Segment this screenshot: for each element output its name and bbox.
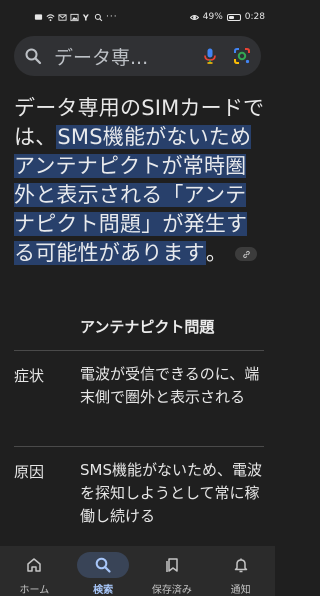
nav-search[interactable]: 検索 bbox=[71, 552, 135, 596]
wifi-icon bbox=[46, 13, 55, 22]
table-row-value: 電波が受信できるのに、端末側で圏外と表示される bbox=[80, 365, 260, 406]
nav-notifications[interactable]: 通知 bbox=[209, 552, 273, 596]
microphone-icon[interactable] bbox=[201, 47, 219, 65]
table-row-label: 症状 bbox=[14, 367, 45, 385]
clock: 0:28 bbox=[244, 12, 265, 22]
snippet-text-after: 。 bbox=[205, 241, 228, 265]
svg-text:Y: Y bbox=[82, 13, 89, 22]
snippet-text: データ専用のSIMカードでは、SMS機能がないためアンテナピクトが常時圏外と表示… bbox=[14, 94, 266, 268]
search-bar[interactable]: データ専... bbox=[14, 36, 261, 76]
nav-search-label: 検索 bbox=[93, 585, 114, 596]
featured-snippet: データ専用のSIMカードでは、SMS機能がないためアンテナピクトが常時圏外と表示… bbox=[14, 94, 266, 268]
status-bar-right: 49% 0:28 bbox=[189, 12, 265, 22]
yahoo-icon: Y bbox=[82, 13, 91, 22]
table-divider bbox=[14, 350, 264, 351]
screen: Y ··· 49% 0:28 データ専... データ専用のSIMカードでは、SM… bbox=[0, 0, 275, 596]
status-bar-left: Y ··· bbox=[34, 12, 118, 22]
google-lens-icon[interactable] bbox=[233, 47, 251, 65]
nav-saved-label: 保存済み bbox=[151, 585, 192, 596]
search-icon[interactable] bbox=[77, 552, 130, 578]
search-status-icon bbox=[94, 13, 103, 22]
bell-icon[interactable] bbox=[215, 552, 267, 578]
link-icon[interactable] bbox=[235, 247, 258, 261]
search-icon[interactable] bbox=[24, 47, 42, 65]
table-divider bbox=[14, 446, 264, 447]
message-icon bbox=[34, 13, 43, 22]
nav-notifications-label: 通知 bbox=[230, 585, 251, 596]
home-icon[interactable] bbox=[8, 552, 60, 578]
eye-icon bbox=[189, 13, 199, 22]
battery-percent: 49% bbox=[202, 12, 223, 22]
nav-saved[interactable]: 保存済み bbox=[140, 552, 204, 596]
bottom-nav: ホーム 検索 保存済み 通知 bbox=[0, 546, 275, 596]
nav-home[interactable]: ホーム bbox=[2, 552, 66, 596]
saved-icon[interactable] bbox=[146, 552, 198, 578]
table-header: アンテナピクト問題 bbox=[80, 318, 215, 336]
status-bar: Y ··· 49% 0:28 bbox=[0, 0, 275, 34]
mail-icon bbox=[58, 13, 67, 22]
table-row-value: SMS機能がないため、電波を探知しようとして常に稼働し続ける bbox=[80, 461, 262, 525]
search-input[interactable]: データ専... bbox=[54, 43, 201, 70]
more-dots: ··· bbox=[106, 12, 118, 22]
battery-icon bbox=[226, 13, 241, 21]
nav-home-label: ホーム bbox=[19, 585, 50, 596]
table-row-label: 原因 bbox=[14, 463, 45, 481]
image-icon bbox=[70, 13, 79, 22]
